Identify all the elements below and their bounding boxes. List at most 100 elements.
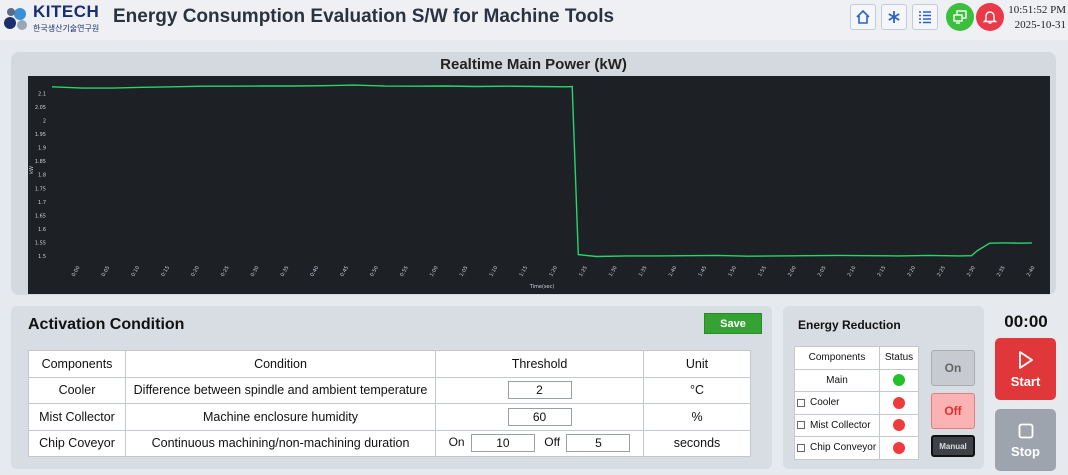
power-series-line [51, 84, 1033, 258]
cooler-threshold-input[interactable]: 2 [507, 381, 572, 400]
x-tick-label: 1:25 [578, 265, 589, 278]
status-cell [879, 413, 919, 437]
clock-date: 2025-10-31 [1014, 19, 1066, 31]
x-tick-label: 1:55 [757, 265, 768, 278]
x-tick-label: 2:00 [787, 265, 798, 278]
x-tick-label: 1:30 [608, 265, 619, 278]
x-tick-label: 0:50 [369, 265, 380, 278]
condition-cell: Machine enclosure humidity [125, 403, 436, 431]
on-label: On [448, 435, 465, 450]
x-tick-label: 1:20 [548, 265, 559, 278]
x-tick-label: 2:10 [847, 265, 858, 278]
y-tick-label: 1.85 [35, 159, 46, 165]
kitech-logo: KITECH 한국생산기술연구원 [2, 2, 102, 36]
table-row: Cooler [794, 391, 919, 415]
component-cell: Cooler [794, 391, 880, 415]
condition-cell: Continuous machining/non-machining durat… [125, 429, 436, 457]
x-tick-label: 2:05 [817, 265, 828, 278]
x-tick-label: 0:00 [71, 265, 82, 278]
manual-button[interactable]: Manual [931, 435, 975, 457]
start-button[interactable]: Start [995, 338, 1056, 400]
y-tick-label: 2 [43, 119, 46, 125]
on-button[interactable]: On [931, 350, 975, 386]
x-tick-label: 1:35 [638, 265, 649, 278]
x-tick-label: 0:40 [309, 265, 320, 278]
unit-cell: °C [643, 376, 751, 404]
y-tick-label: 1.65 [35, 213, 46, 219]
y-axis-label: kW [29, 166, 35, 174]
chip-conveyor-off-input[interactable]: 5 [566, 434, 631, 453]
y-tick-label: 1.5 [38, 254, 46, 260]
component-cell: Cooler [28, 376, 126, 404]
header-condition: Condition [125, 350, 436, 378]
table-row: Mist Collector [794, 413, 919, 437]
off-button[interactable]: Off [931, 393, 975, 429]
x-tick-label: 2:40 [1026, 265, 1037, 278]
monitor-button[interactable] [946, 3, 974, 31]
table-row: Chip Coveyor Continuous machining/non-ma… [28, 429, 751, 457]
play-icon [1018, 350, 1033, 369]
x-tick-label: 2:30 [966, 265, 977, 278]
threshold-cell: On 10 Off 5 [435, 429, 644, 457]
table-header-row: Components Condition Threshold Unit [28, 350, 751, 378]
stop-button[interactable]: Stop [995, 409, 1056, 471]
y-tick-label: 1.7 [38, 200, 46, 206]
stop-icon [1018, 423, 1033, 438]
threshold-cell: 60 [435, 403, 644, 431]
energy-reduction-title: Energy Reduction [798, 318, 901, 332]
activation-condition-panel: Activation Condition Save Components Con… [11, 306, 772, 469]
x-tick-label: 0:55 [399, 265, 410, 278]
energy-reduction-panel: Energy Reduction Components Status Main … [783, 306, 984, 469]
logo-text: KITECH [33, 2, 100, 21]
elapsed-timer: 00:00 [1004, 312, 1048, 331]
asterisk-button[interactable] [881, 4, 907, 30]
header-components: Components [794, 346, 880, 370]
header-status: Status [879, 346, 919, 370]
home-icon [856, 9, 870, 24]
table-header-row: Components Status [794, 346, 919, 370]
x-tick-label: 2:35 [996, 265, 1007, 278]
chip-conveyor-checkbox[interactable] [797, 443, 805, 452]
logo-mark-icon [4, 8, 27, 30]
activation-title: Activation Condition [28, 316, 185, 333]
header-unit: Unit [643, 350, 751, 378]
y-tick-label: 1.6 [38, 227, 46, 233]
component-cell: Chip Conveyor [794, 436, 880, 460]
chip-conveyor-on-input[interactable]: 10 [470, 434, 535, 453]
activation-table: Components Condition Threshold Unit Cool… [28, 350, 751, 457]
status-indicator-mist-collector [893, 419, 905, 432]
x-tick-label: 1:50 [727, 265, 738, 278]
cooler-checkbox[interactable] [797, 398, 805, 407]
mist-collector-checkbox[interactable] [797, 421, 805, 430]
clock-time: 10:51:52 PM [1008, 4, 1066, 16]
monitor-icon [953, 10, 967, 24]
component-cell: Mist Collector [28, 403, 126, 431]
x-tick-label: 1:10 [489, 265, 500, 278]
x-tick-label: 2:20 [906, 265, 917, 278]
save-button[interactable]: Save [704, 313, 762, 334]
x-tick-label: 0:10 [130, 265, 141, 278]
table-row: Chip Conveyor [794, 436, 919, 460]
table-row: Cooler Difference between spindle and am… [28, 376, 751, 404]
y-tick-label: 1.9 [38, 146, 46, 152]
unit-cell: % [643, 403, 751, 431]
alarm-button[interactable] [976, 3, 1004, 31]
header-bar: KITECH 한국생산기술연구원 Energy Consumption Eval… [0, 0, 1068, 40]
x-tick-label: 0:20 [190, 265, 201, 278]
component-cell: Mist Collector [794, 413, 880, 437]
mist-collector-threshold-input[interactable]: 60 [507, 407, 572, 426]
power-chart: 2.1 2.05 2 1.95 1.9 1.85 1.8 1.75 1.7 1.65 1.6 1.55… [29, 84, 1037, 290]
y-tick-label: 1.75 [35, 186, 46, 192]
y-tick-label: 2.1 [38, 92, 46, 98]
table-row: Main [794, 368, 919, 392]
list-button[interactable] [912, 4, 938, 30]
home-button[interactable] [850, 4, 876, 30]
x-tick-label: 0:25 [220, 265, 231, 278]
asterisk-icon [888, 11, 900, 23]
x-axis-label: Time(sec) [529, 284, 555, 290]
status-cell [879, 391, 919, 415]
x-tick-label: 1:00 [429, 265, 440, 278]
header-threshold: Threshold [435, 350, 644, 378]
chart-area: 2.1 2.05 2 1.95 1.9 1.85 1.8 1.75 1.7 1.65 1.6 1.55… [28, 76, 1050, 294]
component-name: Main [826, 374, 848, 386]
